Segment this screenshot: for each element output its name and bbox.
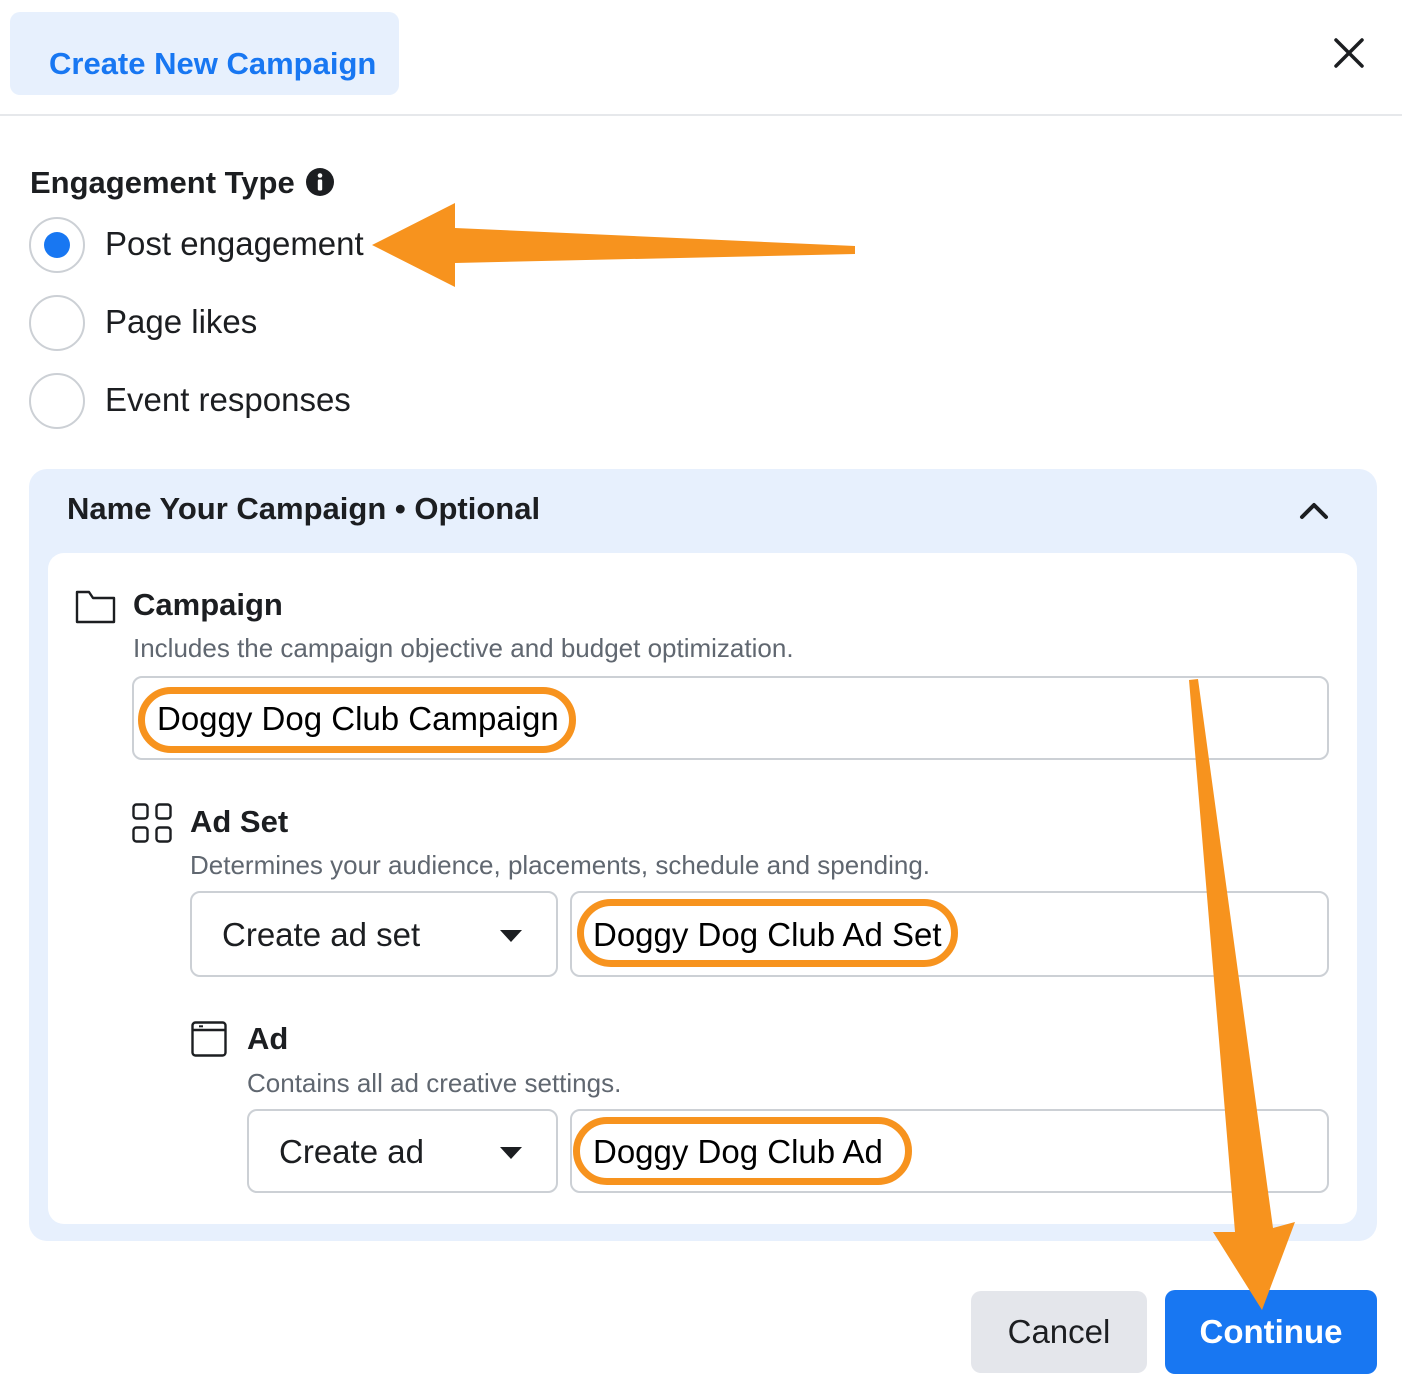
ad-name-value: Doggy Dog Club Ad	[593, 1133, 883, 1170]
caret-down-icon	[500, 930, 522, 942]
naming-card: Campaign Includes the campaign objective…	[48, 553, 1357, 1224]
cancel-button[interactable]: Cancel	[971, 1291, 1147, 1373]
ad-set-title: Ad Set	[190, 804, 289, 839]
radio-post-engagement[interactable]: Post engagement	[29, 217, 629, 273]
campaign-name-value: Doggy Dog Club Campaign	[157, 700, 559, 737]
ad-select[interactable]: Create ad	[247, 1109, 558, 1193]
engagement-type-label: Engagement Type	[30, 165, 295, 200]
ad-set-description: Determines your audience, placements, sc…	[190, 850, 931, 880]
dialog-title: Create New Campaign	[49, 46, 377, 81]
ad-set-name-value: Doggy Dog Club Ad Set	[593, 916, 942, 953]
radio-label: Post engagement	[105, 225, 364, 262]
close-button[interactable]	[1320, 28, 1378, 80]
campaign-name-field[interactable]: Doggy Dog Club Campaign	[132, 676, 1329, 760]
ad-title: Ad	[247, 1021, 289, 1056]
radio-button[interactable]	[29, 217, 85, 273]
chevron-up-icon	[1300, 503, 1328, 519]
folder-icon	[75, 590, 116, 624]
radio-button[interactable]	[29, 295, 85, 351]
caret-down-icon	[500, 1147, 522, 1159]
radio-page-likes[interactable]: Page likes	[29, 295, 629, 351]
radio-event-responses[interactable]: Event responses	[29, 373, 629, 429]
create-campaign-tab[interactable]: Create New Campaign	[10, 12, 399, 95]
dialog-header: Create New Campaign	[0, 0, 1402, 116]
ad-set-select-value: Create ad set	[222, 916, 421, 953]
radio-label: Event responses	[105, 381, 351, 418]
collapse-button[interactable]	[1292, 491, 1336, 531]
name-campaign-panel: Name Your Campaign • Optional Campaign I…	[29, 469, 1377, 1241]
campaign-description: Includes the campaign objective and budg…	[133, 633, 794, 663]
ad-set-select[interactable]: Create ad set	[190, 891, 558, 977]
continue-button[interactable]: Continue	[1165, 1290, 1377, 1374]
ad-set-name-field[interactable]: Doggy Dog Club Ad Set	[570, 891, 1329, 977]
radio-selected-dot	[44, 232, 70, 258]
panel-title: Name Your Campaign • Optional	[67, 491, 541, 526]
ad-select-value: Create ad	[279, 1133, 424, 1170]
radio-button[interactable]	[29, 373, 85, 429]
grid-icon	[132, 803, 172, 843]
radio-label: Page likes	[105, 303, 258, 340]
ad-name-field[interactable]: Doggy Dog Club Ad	[570, 1109, 1329, 1193]
campaign-title: Campaign	[133, 587, 283, 622]
close-icon	[1334, 38, 1364, 68]
ad-description: Contains all ad creative settings.	[247, 1068, 622, 1098]
window-icon	[191, 1021, 227, 1057]
info-icon[interactable]	[305, 167, 335, 197]
